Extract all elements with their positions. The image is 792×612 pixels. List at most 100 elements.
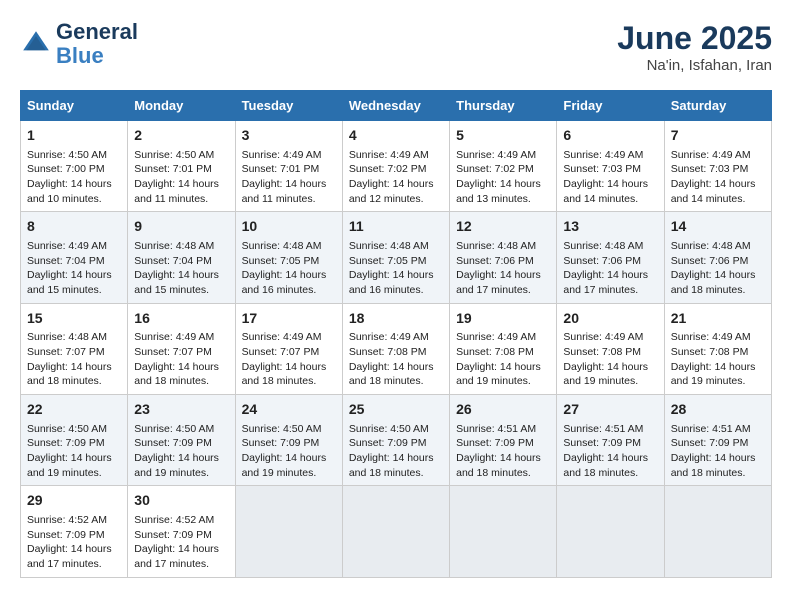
day-info: Sunrise: 4:50 AMSunset: 7:09 PMDaylight:… (134, 422, 228, 481)
day-info: Sunrise: 4:49 AMSunset: 7:02 PMDaylight:… (349, 148, 443, 207)
header-saturday: Saturday (664, 91, 771, 121)
day-info: Sunrise: 4:49 AMSunset: 7:04 PMDaylight:… (27, 239, 121, 298)
day-number: 26 (456, 400, 550, 420)
calendar-week-row: 8Sunrise: 4:49 AMSunset: 7:04 PMDaylight… (21, 212, 772, 303)
day-info: Sunrise: 4:48 AMSunset: 7:06 PMDaylight:… (456, 239, 550, 298)
page-header: General Blue June 2025 Na'in, Isfahan, I… (20, 20, 772, 74)
day-info: Sunrise: 4:48 AMSunset: 7:05 PMDaylight:… (349, 239, 443, 298)
day-number: 12 (456, 217, 550, 237)
calendar-cell: 4Sunrise: 4:49 AMSunset: 7:02 PMDaylight… (342, 121, 449, 212)
calendar-cell: 3Sunrise: 4:49 AMSunset: 7:01 PMDaylight… (235, 121, 342, 212)
day-info: Sunrise: 4:49 AMSunset: 7:08 PMDaylight:… (671, 330, 765, 389)
day-number: 22 (27, 400, 121, 420)
calendar-table: SundayMondayTuesdayWednesdayThursdayFrid… (20, 90, 772, 578)
calendar-cell: 6Sunrise: 4:49 AMSunset: 7:03 PMDaylight… (557, 121, 664, 212)
day-number: 23 (134, 400, 228, 420)
day-info: Sunrise: 4:48 AMSunset: 7:04 PMDaylight:… (134, 239, 228, 298)
calendar-week-row: 22Sunrise: 4:50 AMSunset: 7:09 PMDayligh… (21, 395, 772, 486)
day-number: 11 (349, 217, 443, 237)
day-info: Sunrise: 4:49 AMSunset: 7:07 PMDaylight:… (134, 330, 228, 389)
day-info: Sunrise: 4:51 AMSunset: 7:09 PMDaylight:… (456, 422, 550, 481)
day-number: 6 (563, 126, 657, 146)
day-info: Sunrise: 4:50 AMSunset: 7:09 PMDaylight:… (27, 422, 121, 481)
calendar-cell: 16Sunrise: 4:49 AMSunset: 7:07 PMDayligh… (128, 303, 235, 394)
day-number: 14 (671, 217, 765, 237)
calendar-cell: 9Sunrise: 4:48 AMSunset: 7:04 PMDaylight… (128, 212, 235, 303)
day-number: 10 (242, 217, 336, 237)
logo-line2: Blue (56, 44, 138, 68)
day-number: 17 (242, 309, 336, 329)
day-number: 24 (242, 400, 336, 420)
calendar-cell: 26Sunrise: 4:51 AMSunset: 7:09 PMDayligh… (450, 395, 557, 486)
calendar-cell: 19Sunrise: 4:49 AMSunset: 7:08 PMDayligh… (450, 303, 557, 394)
calendar-cell: 13Sunrise: 4:48 AMSunset: 7:06 PMDayligh… (557, 212, 664, 303)
location: Na'in, Isfahan, Iran (617, 57, 772, 74)
calendar-cell: 5Sunrise: 4:49 AMSunset: 7:02 PMDaylight… (450, 121, 557, 212)
day-info: Sunrise: 4:49 AMSunset: 7:08 PMDaylight:… (563, 330, 657, 389)
calendar-cell: 23Sunrise: 4:50 AMSunset: 7:09 PMDayligh… (128, 395, 235, 486)
day-info: Sunrise: 4:52 AMSunset: 7:09 PMDaylight:… (134, 513, 228, 572)
day-info: Sunrise: 4:49 AMSunset: 7:01 PMDaylight:… (242, 148, 336, 207)
calendar-cell (235, 486, 342, 577)
logo-icon (20, 28, 52, 60)
day-number: 1 (27, 126, 121, 146)
calendar-cell (450, 486, 557, 577)
calendar-cell (557, 486, 664, 577)
header-wednesday: Wednesday (342, 91, 449, 121)
day-info: Sunrise: 4:48 AMSunset: 7:05 PMDaylight:… (242, 239, 336, 298)
day-info: Sunrise: 4:50 AMSunset: 7:01 PMDaylight:… (134, 148, 228, 207)
calendar-cell: 27Sunrise: 4:51 AMSunset: 7:09 PMDayligh… (557, 395, 664, 486)
day-info: Sunrise: 4:49 AMSunset: 7:08 PMDaylight:… (456, 330, 550, 389)
calendar-cell: 22Sunrise: 4:50 AMSunset: 7:09 PMDayligh… (21, 395, 128, 486)
calendar-cell: 24Sunrise: 4:50 AMSunset: 7:09 PMDayligh… (235, 395, 342, 486)
day-number: 9 (134, 217, 228, 237)
header-sunday: Sunday (21, 91, 128, 121)
day-number: 16 (134, 309, 228, 329)
calendar-cell: 14Sunrise: 4:48 AMSunset: 7:06 PMDayligh… (664, 212, 771, 303)
day-number: 27 (563, 400, 657, 420)
logo-line1: General (56, 20, 138, 44)
month-title: June 2025 (617, 20, 772, 57)
calendar-cell: 30Sunrise: 4:52 AMSunset: 7:09 PMDayligh… (128, 486, 235, 577)
calendar-cell: 2Sunrise: 4:50 AMSunset: 7:01 PMDaylight… (128, 121, 235, 212)
day-number: 15 (27, 309, 121, 329)
day-number: 13 (563, 217, 657, 237)
calendar-cell: 28Sunrise: 4:51 AMSunset: 7:09 PMDayligh… (664, 395, 771, 486)
header-tuesday: Tuesday (235, 91, 342, 121)
day-number: 5 (456, 126, 550, 146)
day-info: Sunrise: 4:49 AMSunset: 7:03 PMDaylight:… (671, 148, 765, 207)
title-block: June 2025 Na'in, Isfahan, Iran (617, 20, 772, 74)
calendar-cell (342, 486, 449, 577)
day-info: Sunrise: 4:49 AMSunset: 7:08 PMDaylight:… (349, 330, 443, 389)
day-info: Sunrise: 4:50 AMSunset: 7:00 PMDaylight:… (27, 148, 121, 207)
calendar-cell: 10Sunrise: 4:48 AMSunset: 7:05 PMDayligh… (235, 212, 342, 303)
day-number: 20 (563, 309, 657, 329)
day-number: 8 (27, 217, 121, 237)
calendar-cell: 12Sunrise: 4:48 AMSunset: 7:06 PMDayligh… (450, 212, 557, 303)
header-monday: Monday (128, 91, 235, 121)
day-info: Sunrise: 4:49 AMSunset: 7:07 PMDaylight:… (242, 330, 336, 389)
day-info: Sunrise: 4:51 AMSunset: 7:09 PMDaylight:… (563, 422, 657, 481)
day-number: 3 (242, 126, 336, 146)
calendar-week-row: 1Sunrise: 4:50 AMSunset: 7:00 PMDaylight… (21, 121, 772, 212)
day-info: Sunrise: 4:48 AMSunset: 7:06 PMDaylight:… (563, 239, 657, 298)
calendar-week-row: 29Sunrise: 4:52 AMSunset: 7:09 PMDayligh… (21, 486, 772, 577)
day-number: 18 (349, 309, 443, 329)
calendar-cell (664, 486, 771, 577)
calendar-cell: 7Sunrise: 4:49 AMSunset: 7:03 PMDaylight… (664, 121, 771, 212)
calendar-cell: 17Sunrise: 4:49 AMSunset: 7:07 PMDayligh… (235, 303, 342, 394)
day-info: Sunrise: 4:52 AMSunset: 7:09 PMDaylight:… (27, 513, 121, 572)
calendar-header-row: SundayMondayTuesdayWednesdayThursdayFrid… (21, 91, 772, 121)
calendar-cell: 15Sunrise: 4:48 AMSunset: 7:07 PMDayligh… (21, 303, 128, 394)
day-info: Sunrise: 4:51 AMSunset: 7:09 PMDaylight:… (671, 422, 765, 481)
calendar-cell: 18Sunrise: 4:49 AMSunset: 7:08 PMDayligh… (342, 303, 449, 394)
calendar-cell: 1Sunrise: 4:50 AMSunset: 7:00 PMDaylight… (21, 121, 128, 212)
day-number: 30 (134, 491, 228, 511)
day-number: 19 (456, 309, 550, 329)
header-thursday: Thursday (450, 91, 557, 121)
logo: General Blue (20, 20, 138, 68)
day-info: Sunrise: 4:49 AMSunset: 7:03 PMDaylight:… (563, 148, 657, 207)
calendar-cell: 25Sunrise: 4:50 AMSunset: 7:09 PMDayligh… (342, 395, 449, 486)
day-number: 2 (134, 126, 228, 146)
calendar-week-row: 15Sunrise: 4:48 AMSunset: 7:07 PMDayligh… (21, 303, 772, 394)
